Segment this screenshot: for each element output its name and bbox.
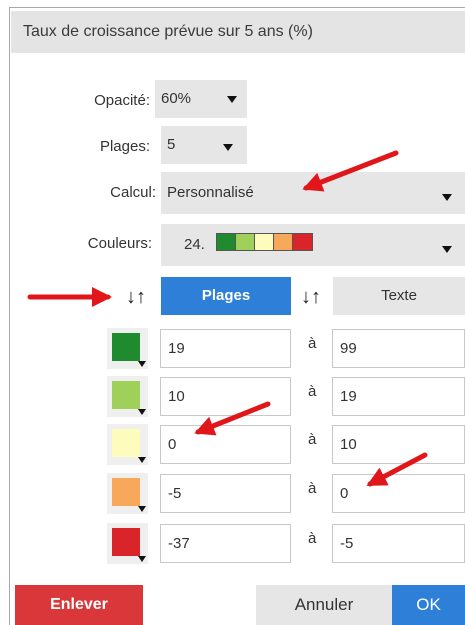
tab-ranges[interactable]: Plages [161, 277, 291, 315]
range-separator: à [308, 431, 317, 448]
opacity-label: Opacité: [94, 92, 150, 109]
color-swatch [112, 478, 140, 506]
chevron-down-icon [442, 194, 452, 201]
range-from-input[interactable]: 19 [160, 329, 291, 368]
palette-swatch [293, 234, 312, 250]
range-to-input[interactable]: 0 [332, 474, 465, 513]
ranges-select[interactable]: 5 [161, 126, 247, 164]
color-picker-button[interactable] [107, 473, 148, 514]
palette-preview [216, 233, 313, 251]
chevron-down-icon [442, 246, 452, 253]
range-to-input[interactable]: 10 [332, 425, 465, 464]
chevron-down-icon [138, 361, 146, 367]
ok-button[interactable]: OK [392, 585, 465, 625]
color-picker-button[interactable] [107, 424, 148, 465]
remove-button[interactable]: Enlever [15, 585, 143, 625]
range-to-input[interactable]: -5 [332, 524, 465, 563]
ranges-value: 5 [167, 136, 176, 153]
chevron-down-icon [138, 556, 146, 562]
range-from-input[interactable]: 0 [160, 425, 291, 464]
colors-select[interactable]: 24. [161, 224, 465, 266]
range-to-input[interactable]: 99 [332, 329, 465, 368]
palette-swatch [236, 234, 255, 250]
ranges-label: Plages: [99, 138, 150, 155]
color-swatch [112, 528, 140, 556]
range-separator: à [308, 480, 317, 497]
chevron-down-icon [227, 96, 237, 103]
range-separator: à [308, 383, 317, 400]
chevron-down-icon [138, 409, 146, 415]
colors-value: 24. [184, 236, 205, 253]
calc-label: Calcul: [110, 184, 156, 201]
opacity-value: 60% [161, 90, 192, 107]
palette-swatch [255, 234, 274, 250]
color-picker-button[interactable] [107, 328, 148, 369]
range-from-input[interactable]: -37 [160, 524, 291, 563]
color-swatch [112, 333, 140, 361]
dialog-title: Taux de croissance prévue sur 5 ans (%) [11, 11, 465, 53]
sort-icon[interactable]: ↓↑ [301, 287, 321, 307]
colors-label: Couleurs: [87, 235, 152, 252]
color-picker-button[interactable] [107, 376, 148, 417]
calc-value: Personnalisé [167, 184, 254, 201]
color-swatch [112, 381, 140, 409]
palette-swatch [217, 234, 236, 250]
color-swatch [112, 429, 140, 457]
range-separator: à [308, 530, 317, 547]
chevron-down-icon [223, 144, 233, 151]
cancel-button[interactable]: Annuler [256, 585, 392, 625]
range-from-input[interactable]: -5 [160, 474, 291, 513]
sort-icon[interactable]: ↓↑ [126, 287, 146, 307]
tab-text[interactable]: Texte [333, 277, 465, 315]
range-to-input[interactable]: 19 [332, 377, 465, 416]
chevron-down-icon [138, 506, 146, 512]
palette-swatch [274, 234, 293, 250]
calc-select[interactable]: Personnalisé [161, 172, 465, 214]
chevron-down-icon [138, 457, 146, 463]
opacity-select[interactable]: 60% [155, 80, 247, 118]
range-separator: à [308, 335, 317, 352]
range-from-input[interactable]: 10 [160, 377, 291, 416]
color-picker-button[interactable] [107, 523, 148, 564]
